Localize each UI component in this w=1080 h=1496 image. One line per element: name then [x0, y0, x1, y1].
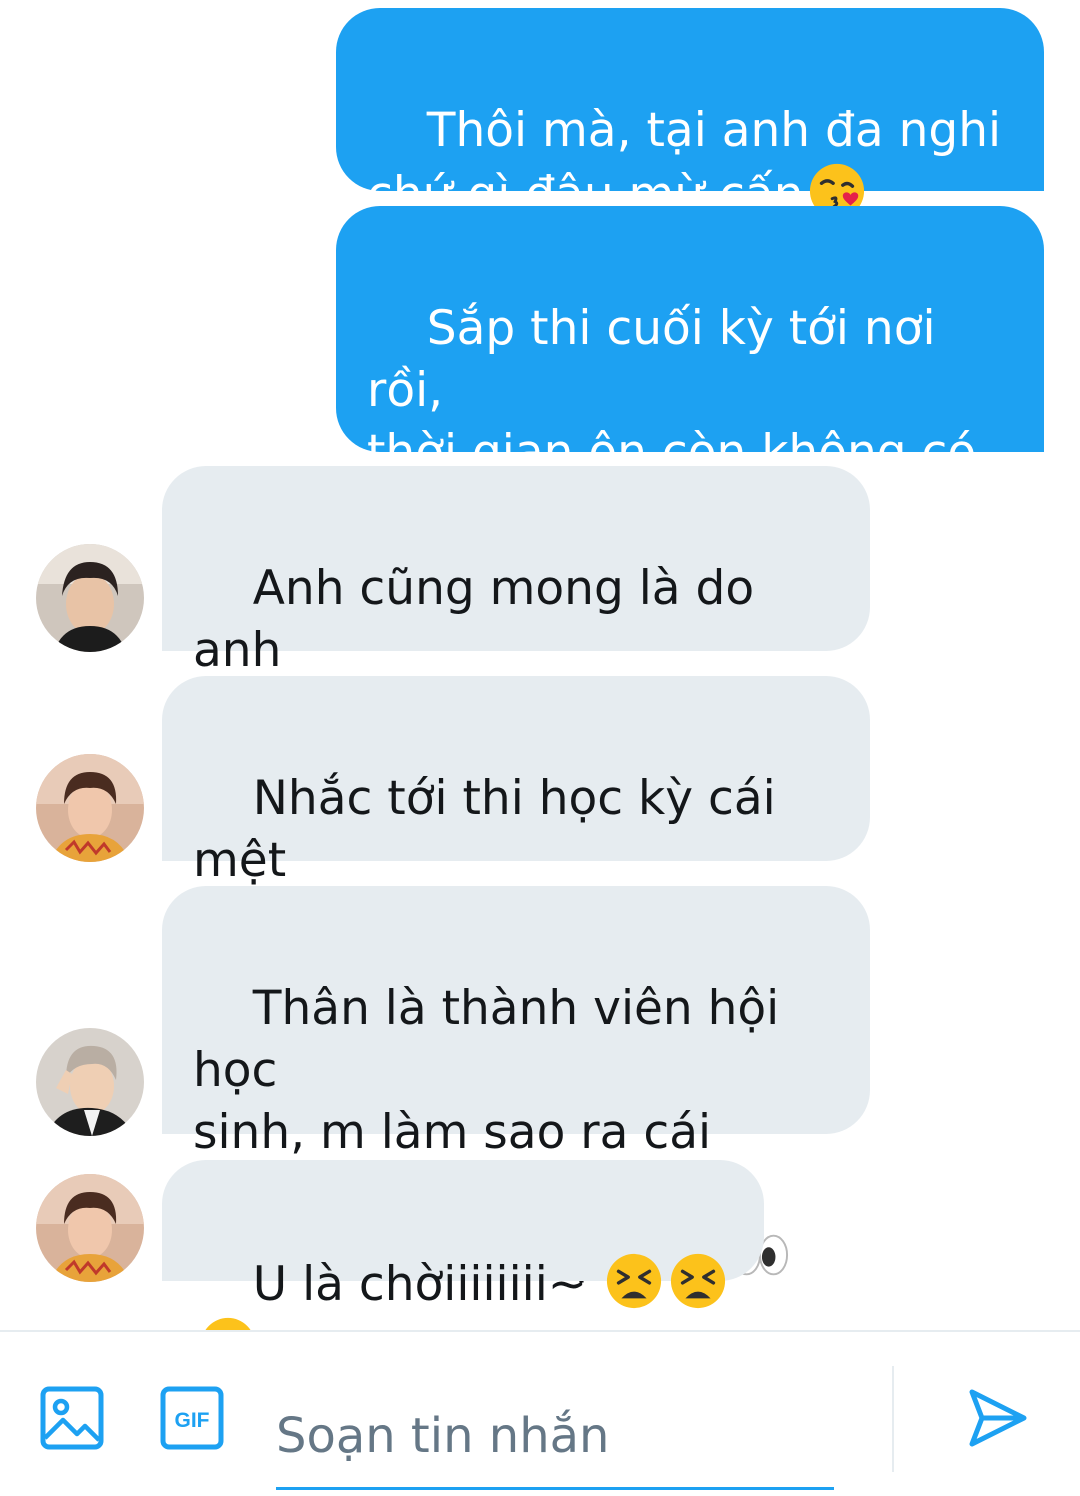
avatar-3[interactable]: [36, 1028, 144, 1136]
avatar-image: [36, 1028, 144, 1136]
message-text: Thôi mà, tại anh đa nghi chứ gì đâu mừ c…: [367, 103, 1002, 222]
message-composer: GIF: [0, 1330, 1080, 1496]
image-icon: [40, 1386, 104, 1450]
avatar-image: [36, 1174, 144, 1282]
send-button[interactable]: [966, 1386, 1030, 1450]
incoming-message[interactable]: Thân là thành viên hội học sinh, m làm s…: [162, 886, 870, 1286]
composer-divider: [892, 1366, 894, 1472]
chat-screen: Thôi mà, tại anh đa nghi chứ gì đâu mừ c…: [0, 0, 1080, 1496]
avatar-image: [36, 754, 144, 862]
incoming-message[interactable]: Anh cũng mong là do anh đa nghi: [162, 466, 870, 740]
avatar-1[interactable]: [36, 544, 144, 652]
incoming-message[interactable]: U là chờiiiiiiii~: [162, 1160, 764, 1373]
tired-face-emoji-icon: [607, 1253, 662, 1309]
outgoing-message[interactable]: Thôi mà, tại anh đa nghi chứ gì đâu mừ c…: [336, 8, 1044, 222]
avatar-2[interactable]: [36, 754, 144, 862]
incoming-message[interactable]: Nhắc tới thi học kỳ cái mệt ngang nè trờ…: [162, 676, 870, 952]
message-input[interactable]: [276, 1384, 834, 1490]
outgoing-message[interactable]: Sắp thi cuối kỳ tới nơi rồi, thời gian ô…: [336, 206, 1044, 542]
gif-icon: GIF: [160, 1386, 224, 1450]
gif-label: GIF: [175, 1409, 210, 1432]
avatar-image: [36, 544, 144, 652]
gif-button[interactable]: GIF: [160, 1386, 224, 1450]
message-text: U là chờiiiiiiii~: [252, 1257, 588, 1312]
send-icon: [969, 1389, 1027, 1447]
image-button[interactable]: [40, 1386, 104, 1450]
tired-face-emoji-icon: [671, 1253, 726, 1309]
avatar-2[interactable]: [36, 1174, 144, 1282]
